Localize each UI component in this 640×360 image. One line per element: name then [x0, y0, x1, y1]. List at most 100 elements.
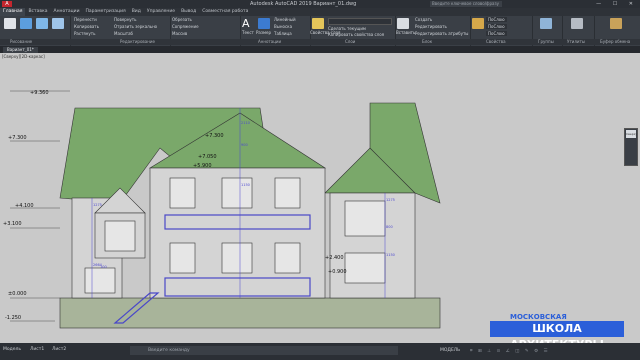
status-toggle-icons[interactable]: ⌗ ⊞ ⊥ ⊙ ∠ ◫ ✎ ⚙ ☰	[470, 348, 550, 354]
paste-icon[interactable]	[610, 18, 622, 29]
modify-group-label[interactable]: Редактирование	[120, 39, 155, 45]
elevation-mark: +7.300	[205, 133, 224, 139]
upper-window-1	[169, 177, 196, 209]
leader-tool[interactable]: Выноска	[274, 24, 292, 29]
document-tab-bar: Вариант_01*	[0, 46, 640, 53]
elevation-mark: +9.360	[30, 90, 49, 96]
title-bar: A Autodesk AutoCAD 2019 Вариант_01.dwg В…	[0, 0, 640, 8]
scale-tool[interactable]: Масштаб	[114, 31, 133, 36]
school-logo: МОСКОВСКАЯ ШКОЛА АРХИТЕКТУРЫ	[490, 313, 624, 351]
elevation-mark: +2.400	[325, 255, 344, 261]
fillet-tool[interactable]: Сопряжение	[172, 24, 199, 29]
groups-group-label[interactable]: Группы	[538, 39, 554, 45]
measure-icon[interactable]	[571, 18, 583, 29]
rotate-tool[interactable]: Повернуть	[114, 17, 136, 22]
command-line-input[interactable]: Введите команду	[130, 346, 398, 355]
viewcube-face[interactable]: Сверху	[626, 130, 637, 138]
elevation-mark: -1.250	[5, 315, 22, 321]
match-layer-tool[interactable]: Копировать свойства слоя	[328, 32, 384, 37]
move-tool[interactable]: Перенести	[74, 17, 97, 22]
polyline-tool-icon[interactable]	[20, 18, 32, 29]
window-title: Autodesk AutoCAD 2019 Вариант_01.dwg	[250, 1, 357, 7]
autocad-logo-icon[interactable]: A	[2, 1, 12, 7]
make-current-tool[interactable]: Сделать текущим	[328, 26, 366, 31]
text-tool-icon[interactable]: A	[242, 18, 254, 29]
left-dormer-window	[104, 220, 136, 252]
properties-group-label[interactable]: Свойства	[486, 39, 506, 45]
dimension-label: 1150	[241, 183, 250, 187]
viewcube[interactable]: Сверху	[624, 128, 638, 166]
match-properties-icon[interactable]	[472, 18, 484, 29]
tab-view[interactable]: Вид	[129, 8, 144, 16]
elevation-mark: +7.300	[8, 135, 27, 141]
array-tool[interactable]: Массив	[172, 31, 187, 36]
tab-annotate[interactable]: Аннотации	[51, 8, 83, 16]
ribbon-group-labels: Рисование Редактирование Аннотации Слои …	[0, 39, 640, 45]
elevation-mark: +7.050	[198, 154, 217, 160]
elevation-mark: +4.100	[15, 203, 34, 209]
dimension-label: 1275	[386, 198, 395, 202]
school-logo-top: МОСКОВСКАЯ	[510, 313, 567, 321]
dimension-label: 900	[241, 143, 248, 147]
right-dormer-window	[344, 200, 386, 237]
tab-collaborate[interactable]: Совместная работа	[199, 8, 251, 16]
text-label: Текст	[242, 30, 254, 35]
circle-tool-icon[interactable]	[36, 18, 48, 29]
linear-dim-tool[interactable]: Линейный	[274, 17, 296, 22]
layer-properties-icon[interactable]	[312, 18, 324, 29]
color-dropdown[interactable]: ПоСлою	[486, 17, 507, 22]
group-icon[interactable]	[540, 18, 552, 29]
tab-home[interactable]: Главная	[0, 8, 26, 16]
tab-manage[interactable]: Управление	[144, 8, 178, 16]
create-block-tool[interactable]: Создать	[415, 17, 432, 22]
trim-tool[interactable]: Обрезать	[172, 17, 192, 22]
help-search-input[interactable]: Введите ключевое слово/фразу	[430, 1, 502, 7]
ribbon-tabs: Главная Вставка Аннотации Параметризация…	[0, 8, 640, 16]
upper-window-3	[274, 177, 301, 209]
lower-window-2	[221, 242, 253, 274]
dimension-label: 100	[100, 265, 107, 269]
tab-parametric[interactable]: Параметризация	[83, 8, 129, 16]
layer-dropdown[interactable]	[328, 18, 392, 25]
edit-attributes-tool[interactable]: Редактировать атрибуты	[415, 31, 468, 36]
edit-block-tool[interactable]: Редактировать	[415, 24, 447, 29]
layout-tab-2[interactable]: Лист2	[52, 347, 66, 352]
annotation-group-label[interactable]: Аннотации	[258, 39, 281, 45]
elevation-mark: +0.900	[328, 269, 347, 275]
line-tool-icon[interactable]	[4, 18, 16, 29]
linetype-dropdown[interactable]: ПоСлою	[486, 31, 507, 36]
tab-output[interactable]: Вывод	[178, 8, 199, 16]
window-controls[interactable]: — ☐ ✕	[596, 0, 638, 8]
dimension-label: 1275	[93, 203, 102, 207]
left-lower-window	[84, 267, 116, 294]
dimension-label: 800	[386, 225, 393, 229]
dimension-label: 1150	[386, 253, 395, 257]
right-lower-window	[344, 252, 386, 284]
dimension-label: 2110	[241, 121, 250, 125]
stretch-tool[interactable]: Растянуть	[74, 31, 95, 36]
insert-block-icon[interactable]	[397, 18, 409, 29]
model-tab[interactable]: Модель	[3, 347, 21, 352]
utilities-group-label[interactable]: Утилиты	[567, 39, 585, 45]
dimension-tool-icon[interactable]	[258, 18, 270, 29]
model-space-label[interactable]: МОДЕЛЬ	[440, 348, 460, 353]
mirror-tool[interactable]: Отразить зеркально	[114, 24, 157, 29]
school-logo-bottom: ШКОЛА АРХИТЕКТУРЫ	[490, 321, 624, 351]
block-group-label[interactable]: Блок	[422, 39, 432, 45]
insert-label: Вставить	[396, 30, 416, 35]
layers-group-label[interactable]: Слои	[345, 39, 355, 45]
lower-window-1	[169, 242, 196, 274]
draw-group-label[interactable]: Рисование	[10, 39, 32, 45]
layout-tab-1[interactable]: Лист1	[30, 347, 44, 352]
dimension-label: Размер	[256, 30, 272, 35]
drawing-canvas[interactable]: [Сверху][2D-каркас] +9.360 +7.300 +7.300…	[0, 53, 640, 343]
clipboard-group-label[interactable]: Буфер обмена	[600, 39, 630, 45]
arc-tool-icon[interactable]	[52, 18, 64, 29]
status-bar: Модель Лист1 Лист2 Введите команду МОДЕЛ…	[0, 343, 640, 360]
lineweight-dropdown[interactable]: ПоСлою	[486, 24, 507, 29]
elevation-mark: ±0.000	[8, 291, 27, 297]
tab-insert[interactable]: Вставка	[25, 8, 50, 16]
copy-tool[interactable]: Копировать	[74, 24, 99, 29]
table-tool[interactable]: Таблица	[274, 31, 292, 36]
lower-window-3	[274, 242, 301, 274]
